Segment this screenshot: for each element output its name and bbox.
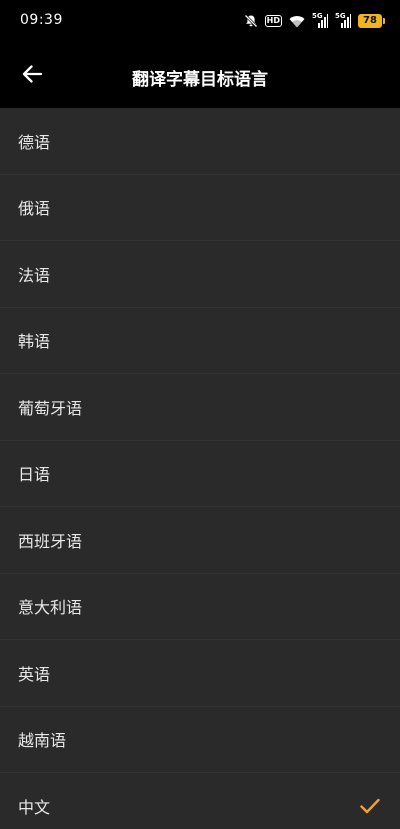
mute-bell-icon — [244, 14, 258, 28]
language-option-label: 日语 — [18, 465, 51, 485]
language-option-label: 德语 — [18, 132, 51, 152]
battery-icon: 78 — [358, 14, 385, 28]
language-option-label: 法语 — [18, 265, 51, 285]
language-option[interactable]: 德语 — [0, 108, 400, 175]
status-time: 09:39 — [20, 12, 63, 28]
language-option-label: 英语 — [18, 664, 51, 684]
language-option-label: 俄语 — [18, 199, 51, 219]
hd-icon: HD — [264, 15, 282, 27]
language-option[interactable]: 越南语 — [0, 707, 400, 773]
status-icons: HD 5G 5G 78 — [244, 12, 385, 30]
language-option[interactable]: 西班牙语 — [0, 507, 400, 574]
signal-5g-icon-2: 5G — [335, 12, 351, 28]
language-option-label: 中文 — [18, 797, 51, 817]
wifi-icon — [289, 15, 305, 28]
language-option-label: 西班牙语 — [18, 531, 83, 551]
language-option[interactable]: 俄语 — [0, 175, 400, 241]
status-bar: 09:39 HD 5G 5G 78 — [0, 0, 400, 44]
language-option[interactable]: 英语 — [0, 640, 400, 707]
language-option[interactable]: 意大利语 — [0, 574, 400, 640]
app-header: 翻译字幕目标语言 — [0, 44, 400, 108]
language-list: 德语俄语法语韩语葡萄牙语日语西班牙语意大利语英语越南语中文 — [0, 108, 400, 829]
signal-5g-icon: 5G — [312, 12, 328, 28]
language-option-label: 越南语 — [18, 731, 67, 751]
language-option[interactable]: 日语 — [0, 441, 400, 507]
language-option[interactable]: 韩语 — [0, 308, 400, 374]
language-option-label: 葡萄牙语 — [18, 398, 83, 418]
checkmark-icon — [360, 798, 380, 814]
language-option[interactable]: 葡萄牙语 — [0, 374, 400, 441]
language-option[interactable]: 中文 — [0, 773, 400, 829]
language-option-label: 韩语 — [18, 332, 51, 352]
language-option-label: 意大利语 — [18, 598, 83, 618]
page-title: 翻译字幕目标语言 — [132, 70, 268, 90]
language-option[interactable]: 法语 — [0, 241, 400, 308]
